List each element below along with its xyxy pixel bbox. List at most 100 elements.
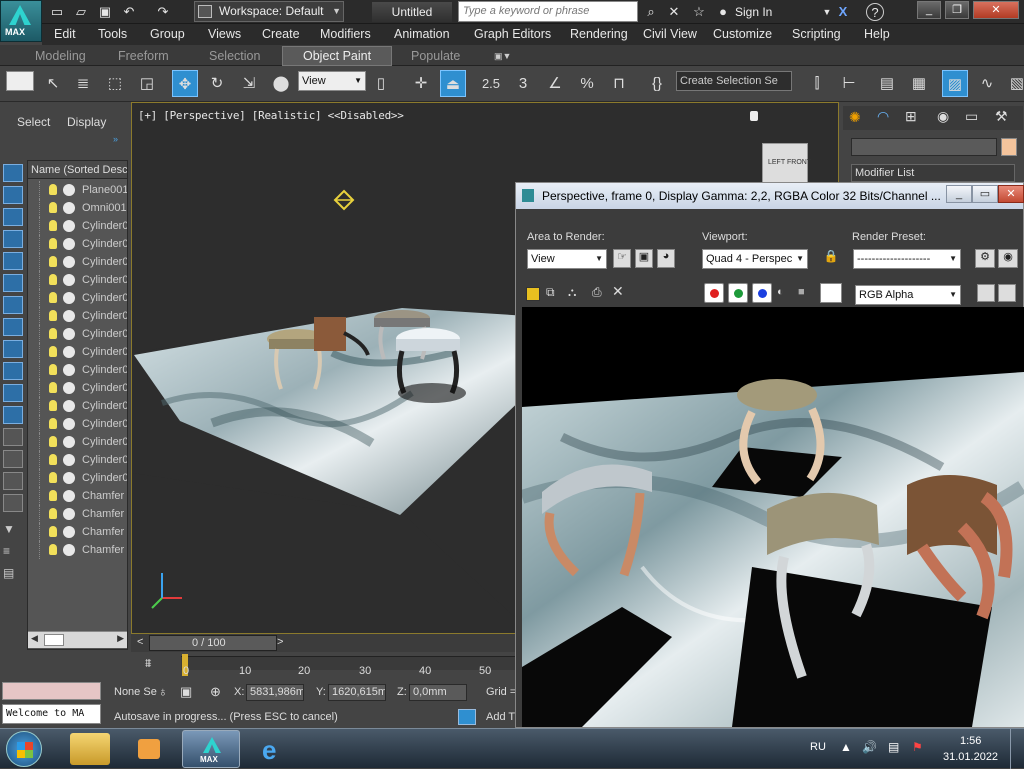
edit-region-icon[interactable]: ☞ bbox=[613, 249, 631, 268]
light-bulb-icon[interactable] bbox=[49, 346, 57, 357]
menu-modifiers[interactable]: Modifiers bbox=[320, 24, 371, 44]
save-image-icon[interactable] bbox=[526, 287, 540, 301]
exchange-icon[interactable]: X bbox=[834, 3, 852, 21]
selection-filter-dropdown[interactable] bbox=[6, 71, 34, 91]
scroll-thumb[interactable] bbox=[44, 634, 64, 646]
scroll-right-icon[interactable]: ▶ bbox=[117, 633, 124, 644]
visibility-icon[interactable] bbox=[63, 310, 75, 322]
display-tab[interactable]: Display bbox=[67, 115, 106, 129]
toggle-ribbon-icon[interactable]: ▦ bbox=[906, 70, 932, 97]
list-item[interactable]: Cylinder0 bbox=[28, 361, 127, 379]
home-icon[interactable] bbox=[750, 111, 758, 121]
clock-time[interactable]: 1:56 bbox=[960, 735, 981, 747]
list-item[interactable]: Cylinder0 bbox=[28, 451, 127, 469]
search-input[interactable]: Type a keyword or phrase bbox=[458, 1, 638, 22]
spinner-snap-icon[interactable]: ⊓ bbox=[606, 70, 632, 97]
selection-toggle-icon[interactable]: ≡ bbox=[3, 544, 23, 562]
light-bulb-icon[interactable] bbox=[49, 472, 57, 483]
network-icon[interactable]: ▤ bbox=[888, 740, 899, 754]
mirror-icon[interactable]: ⫿ bbox=[804, 70, 830, 97]
named-selection-dropdown[interactable]: Create Selection Se bbox=[676, 71, 792, 91]
light-bulb-icon[interactable] bbox=[49, 274, 57, 285]
display-spacewarps-icon[interactable] bbox=[3, 318, 23, 336]
snaps-toggle-icon[interactable]: 2.5 bbox=[478, 70, 504, 97]
name-column-header[interactable]: Name (Sorted Desce bbox=[28, 161, 127, 179]
clock-date[interactable]: 31.01.2022 bbox=[943, 751, 998, 763]
scene-explorer-icon[interactable]: ▨ bbox=[942, 70, 968, 97]
hierarchy-tab-icon[interactable]: ⊞ bbox=[905, 108, 917, 125]
display-hidden-icon[interactable] bbox=[3, 450, 23, 468]
visibility-icon[interactable] bbox=[63, 346, 75, 358]
workspace-dropdown[interactable]: Workspace: Default ▼ bbox=[194, 1, 344, 22]
light-bulb-icon[interactable] bbox=[49, 220, 57, 231]
sort-icon[interactable]: ▤ bbox=[3, 566, 23, 584]
render-preset-dropdown[interactable]: -------------------- bbox=[853, 249, 961, 269]
tab-freeform[interactable]: Freeform bbox=[118, 47, 169, 65]
light-bulb-icon[interactable] bbox=[49, 400, 57, 411]
clone-window-icon[interactable]: ⛬ bbox=[568, 285, 576, 300]
visibility-icon[interactable] bbox=[63, 508, 75, 520]
tab-object-paint[interactable]: Object Paint bbox=[282, 46, 393, 66]
monochrome-icon[interactable]: ■ bbox=[798, 286, 805, 298]
light-bulb-icon[interactable] bbox=[49, 418, 57, 429]
visibility-icon[interactable] bbox=[63, 202, 75, 214]
copy-image-icon[interactable]: ⧉ bbox=[546, 285, 555, 300]
scroll-left-icon[interactable]: ◀ bbox=[31, 633, 38, 644]
list-item[interactable]: Cylinder0 bbox=[28, 433, 127, 451]
open-file-icon[interactable]: ▱ bbox=[72, 3, 90, 21]
list-item[interactable]: Plane001 bbox=[28, 181, 127, 199]
favorites-star-icon[interactable]: ☆ bbox=[690, 3, 708, 21]
omni-light-icon[interactable] bbox=[333, 189, 355, 211]
display-frozen-icon[interactable] bbox=[3, 428, 23, 446]
list-item[interactable]: Cylinder0 bbox=[28, 397, 127, 415]
volume-icon[interactable]: 🔊 bbox=[862, 740, 877, 754]
modifier-list-dropdown[interactable]: Modifier List bbox=[851, 164, 1015, 182]
tab-modeling[interactable]: Modeling bbox=[35, 47, 86, 65]
menu-customize[interactable]: Customize bbox=[713, 24, 772, 44]
blue-channel-toggle[interactable] bbox=[752, 283, 772, 303]
light-bulb-icon[interactable] bbox=[49, 508, 57, 519]
isolate-icon[interactable]: ▣ bbox=[180, 684, 192, 700]
menu-graph-editors[interactable]: Graph Editors bbox=[474, 24, 551, 44]
menu-help[interactable]: Help bbox=[864, 24, 890, 44]
display-tab-icon[interactable]: ▭ bbox=[965, 108, 978, 125]
light-bulb-icon[interactable] bbox=[49, 364, 57, 375]
list-item[interactable]: Cylinder0 bbox=[28, 469, 127, 487]
color-swatch[interactable] bbox=[820, 283, 842, 303]
menu-scripting[interactable]: Scripting bbox=[792, 24, 841, 44]
visibility-icon[interactable] bbox=[63, 454, 75, 466]
light-bulb-icon[interactable] bbox=[49, 292, 57, 303]
maxscript-listener[interactable]: Welcome to MA bbox=[2, 704, 101, 724]
add-time-tag[interactable]: Add T bbox=[486, 711, 515, 723]
viewport-label[interactable]: [+] [Perspective] [Realistic] <<Disabled… bbox=[138, 109, 404, 122]
render-maximize-button[interactable]: ▭ bbox=[972, 185, 998, 203]
tab-populate[interactable]: Populate bbox=[411, 47, 460, 65]
display-bones-icon[interactable] bbox=[3, 384, 23, 402]
list-item[interactable]: Cylinder0 bbox=[28, 217, 127, 235]
visibility-icon[interactable] bbox=[63, 184, 75, 196]
restore-button[interactable]: ❐ bbox=[945, 1, 969, 19]
display-geometry-icon[interactable] bbox=[3, 208, 23, 226]
minimize-button[interactable]: _ bbox=[917, 1, 941, 19]
light-bulb-icon[interactable] bbox=[49, 202, 57, 213]
render-setup-icon[interactable]: ⚙ bbox=[975, 249, 995, 268]
close-button[interactable]: ✕ bbox=[973, 1, 1019, 19]
display-containers-icon[interactable] bbox=[3, 406, 23, 424]
visibility-icon[interactable] bbox=[63, 220, 75, 232]
display-cameras-icon[interactable] bbox=[3, 274, 23, 292]
select-move-icon[interactable]: ✥ bbox=[172, 70, 198, 97]
percent-snap-icon[interactable]: % bbox=[574, 70, 600, 97]
print-image-icon[interactable]: ⎙ bbox=[592, 285, 602, 300]
display-xrefs-icon[interactable] bbox=[3, 362, 23, 380]
absolute-mode-icon[interactable]: ⊕ bbox=[210, 684, 221, 700]
z-coord-field[interactable]: 0,0mm bbox=[409, 684, 467, 701]
visibility-icon[interactable] bbox=[63, 544, 75, 556]
visibility-icon[interactable] bbox=[63, 418, 75, 430]
list-item[interactable]: Cylinder0 bbox=[28, 379, 127, 397]
light-bulb-icon[interactable] bbox=[49, 454, 57, 465]
list-scrollbar[interactable]: ◀ ▶ bbox=[28, 631, 127, 648]
maxscript-mini-listener-top[interactable] bbox=[2, 682, 101, 700]
menu-tools[interactable]: Tools bbox=[98, 24, 127, 44]
3dsmax-taskbar-icon[interactable]: MAX bbox=[182, 730, 240, 768]
display-none-icon[interactable] bbox=[3, 164, 23, 182]
